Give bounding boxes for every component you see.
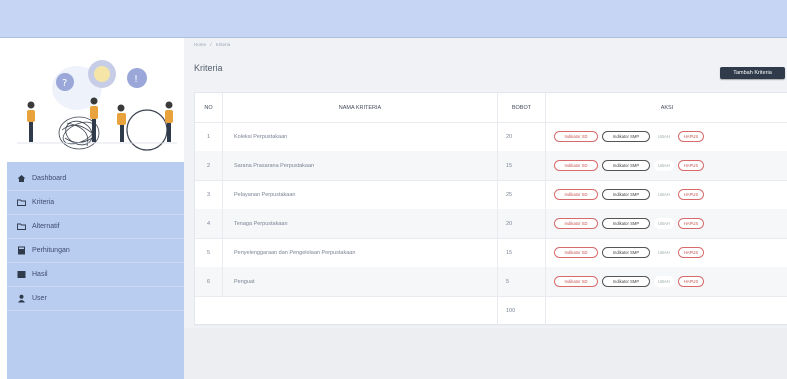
indikator-sd-button[interactable]: Indikator SD — [554, 218, 598, 229]
ubah-button[interactable]: UBAH — [654, 218, 674, 229]
cell-no: 6 — [195, 267, 223, 296]
kriteria-table: NO NAMA KRITERIA BOBOT AKSI 1 Koleksi Pe… — [194, 92, 787, 326]
breadcrumb-home[interactable]: Home — [194, 42, 206, 47]
sidebar-item-user[interactable]: User — [7, 286, 184, 311]
header-aksi: AKSI — [660, 104, 674, 111]
cell-bobot: 20 — [498, 122, 546, 151]
hapus-button[interactable]: HAPUS — [678, 131, 704, 142]
breadcrumb: Home / Kriteria — [194, 42, 233, 47]
breadcrumb-separator: / — [210, 42, 212, 47]
table-row: 1 Koleksi Perpustakaan 20 Indikator SD I… — [195, 122, 787, 152]
ubah-button[interactable]: UBAH — [654, 160, 674, 171]
cell-aksi: Indikator SD Indikator SMP UBAH HAPUS — [546, 151, 787, 180]
hapus-button[interactable]: HAPUS — [678, 189, 704, 200]
indikator-sd-button[interactable]: Indikator SD — [554, 189, 598, 200]
ubah-button[interactable]: UBAH — [654, 276, 674, 287]
sidebar-item-alternatif[interactable]: Alternatif — [7, 214, 184, 239]
cell-aksi: Indikator SD Indikator SMP UBAH HAPUS — [546, 267, 787, 296]
sidebar-item-label: Perhitungan — [32, 246, 70, 254]
table-row: 5 Penyelenggaraan dan Pengelolaan Perpus… — [195, 238, 787, 268]
main-content: Home / Kriteria Kriteria Tambah Kriteria… — [184, 38, 787, 379]
table-row: 6 Penguat 5 Indikator SD Indikator SMP U… — [195, 267, 787, 297]
folder-icon — [17, 222, 26, 231]
ubah-button[interactable]: UBAH — [654, 131, 674, 142]
cell-no: 4 — [195, 209, 223, 238]
table-header-row: NO NAMA KRITERIA BOBOT AKSI — [195, 93, 787, 123]
table-row: 3 Pelayanan Perpustakaan 25 Indikator SD… — [195, 180, 787, 210]
cell-no: 1 — [195, 122, 223, 151]
ubah-button[interactable]: UBAH — [654, 189, 674, 200]
cell-aksi: Indikator SD Indikator SMP UBAH HAPUS — [546, 180, 787, 209]
top-navbar — [0, 0, 787, 37]
footer-area — [184, 328, 787, 379]
indikator-sd-button[interactable]: Indikator SD — [554, 276, 598, 287]
cell-bobot: 15 — [498, 238, 546, 267]
header-no: NO — [195, 93, 223, 122]
svg-text:?: ? — [62, 78, 67, 89]
page-title: Kriteria — [194, 63, 223, 73]
sidebar-item-label: Dashboard — [32, 174, 67, 182]
cell-no: 5 — [195, 238, 223, 267]
indikator-smp-button[interactable]: Indikator SMP — [602, 247, 650, 258]
total-bobot: 100 — [498, 296, 546, 325]
chart-icon — [17, 270, 26, 279]
cell-no: 3 — [195, 180, 223, 209]
sidebar-item-label: Kriteria — [32, 198, 55, 206]
cell-aksi: Indikator SD Indikator SMP UBAH HAPUS — [546, 122, 787, 151]
table-total-row: 100 — [195, 296, 787, 326]
hapus-button[interactable]: HAPUS — [678, 276, 704, 287]
cell-no: 2 — [195, 151, 223, 180]
indikator-smp-button[interactable]: Indikator SMP — [602, 189, 650, 200]
cell-nama: Pelayanan Perpustakaan — [223, 180, 498, 209]
cell-empty — [546, 296, 787, 325]
indikator-smp-button[interactable]: Indikator SMP — [602, 160, 650, 171]
sidebar-item-label: Alternatif — [32, 222, 60, 230]
table-row: 4 Tenaga Perpustakaan 20 Indikator SD In… — [195, 209, 787, 239]
sidebar: ? ! Dashboard Kriteria Alternatif Perhit… — [7, 38, 184, 379]
user-icon — [17, 294, 26, 303]
cell-nama: Tenaga Perpustakaan — [223, 209, 498, 238]
sidebar-item-perhitungan[interactable]: Perhitungan — [7, 238, 184, 263]
indikator-sd-button[interactable]: Indikator SD — [554, 160, 598, 171]
cell-bobot: 15 — [498, 151, 546, 180]
sidebar-item-kriteria[interactable]: Kriteria — [7, 190, 184, 215]
cell-bobot: 25 — [498, 180, 546, 209]
sidebar-menu: Dashboard Kriteria Alternatif Perhitunga… — [7, 162, 184, 379]
hapus-button[interactable]: HAPUS — [678, 218, 704, 229]
header-nama-kriteria: NAMA KRITERIA — [223, 93, 498, 122]
hapus-button[interactable]: HAPUS — [678, 160, 704, 171]
add-kriteria-button[interactable]: Tambah Kriteria — [720, 67, 785, 79]
hapus-button[interactable]: HAPUS — [678, 247, 704, 258]
ubah-button[interactable]: UBAH — [654, 247, 674, 258]
indikator-sd-button[interactable]: Indikator SD — [554, 247, 598, 258]
sidebar-item-hasil[interactable]: Hasil — [7, 262, 184, 287]
calculator-icon — [17, 246, 26, 255]
cell-aksi: Indikator SD Indikator SMP UBAH HAPUS — [546, 209, 787, 238]
cell-nama: Penyelenggaraan dan Pengelolaan Perpusta… — [223, 238, 498, 267]
cell-aksi: Indikator SD Indikator SMP UBAH HAPUS — [546, 238, 787, 267]
sidebar-item-label: Hasil — [32, 270, 48, 278]
folder-icon — [17, 198, 26, 207]
cell-bobot: 5 — [498, 267, 546, 296]
cell-nama: Sarana Prasarana Perpustakaan — [223, 151, 498, 180]
cell-empty — [195, 296, 223, 325]
cell-nama: Penguat — [223, 267, 498, 296]
svg-text:!: ! — [134, 74, 138, 85]
home-icon — [17, 174, 26, 183]
cell-bobot: 20 — [498, 209, 546, 238]
indikator-smp-button[interactable]: Indikator SMP — [602, 218, 650, 229]
header-bobot: BOBOT — [498, 93, 546, 122]
tangled-thinking-illustration: ? ! — [17, 60, 177, 151]
indikator-smp-button[interactable]: Indikator SMP — [602, 131, 650, 142]
indikator-sd-button[interactable]: Indikator SD — [554, 131, 598, 142]
sidebar-item-dashboard[interactable]: Dashboard — [7, 166, 184, 191]
breadcrumb-current: Kriteria — [215, 42, 231, 47]
indikator-smp-button[interactable]: Indikator SMP — [602, 276, 650, 287]
sidebar-item-label: User — [32, 294, 47, 302]
cell-nama: Koleksi Perpustakaan — [223, 122, 498, 151]
cell-empty — [223, 296, 498, 325]
sidebar-illustration: ? ! — [7, 38, 184, 163]
table-row: 2 Sarana Prasarana Perpustakaan 15 Indik… — [195, 151, 787, 181]
